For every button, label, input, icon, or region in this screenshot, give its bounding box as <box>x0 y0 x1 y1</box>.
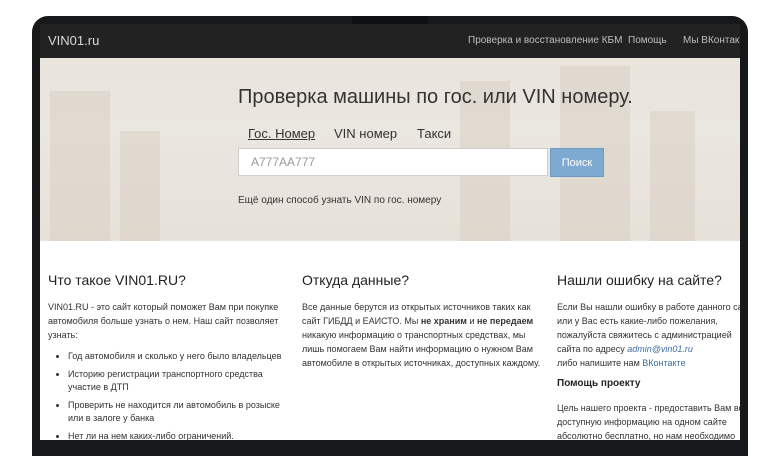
admin-email-link[interactable]: admin@vin01.ru <box>627 344 693 354</box>
search-input[interactable] <box>238 148 548 176</box>
errors-text: Если Вы нашли ошибку в работе данного са… <box>557 300 740 356</box>
top-navbar: VIN01.ru Проверка и восстановление КБМ П… <box>40 24 740 58</box>
list-item: Год автомобиля и сколько у него было вла… <box>68 350 288 363</box>
alt-vin-link[interactable]: Ещё один способ узнать VIN по гос. номер… <box>238 195 441 206</box>
about-intro: VIN01.RU - это сайт который поможет Вам … <box>48 302 279 340</box>
sources-bold: не храним <box>420 316 467 326</box>
errors-heading: Нашли ошибку на сайте? <box>557 272 722 288</box>
features-list: Год автомобиля и сколько у него было вла… <box>48 350 288 440</box>
list-item: Историю регистрации транспортного средст… <box>68 368 288 394</box>
nav-link-kbm[interactable]: Проверка и восстановление КБМ <box>468 35 622 46</box>
background-building <box>120 131 160 241</box>
sources-section: Откуда данные? Все данные берутся из отк… <box>302 272 542 370</box>
site-logo[interactable]: VIN01.ru <box>48 33 99 48</box>
list-item: Нет ли на нем каких-либо ограничений. <box>68 430 288 440</box>
about-heading: Что такое VIN01.RU? <box>48 272 186 288</box>
sources-text: Все данные берутся из открытых источнико… <box>302 300 542 370</box>
tab-taxi[interactable]: Такси <box>417 126 451 141</box>
nav-link-help[interactable]: Помощь <box>628 35 667 46</box>
hero-section: Проверка машины по гос. или VIN номеру. … <box>40 58 740 241</box>
nav-link-vk[interactable]: Мы ВКонтакте <box>683 35 740 46</box>
sources-text-part: никакую информацию о транспортных средст… <box>302 330 541 368</box>
list-item: Проверить не находится ли автомобиль в р… <box>68 399 288 425</box>
background-building <box>650 111 695 241</box>
background-building <box>50 91 110 241</box>
help-text: Цель нашего проекта - предоставить Вам в… <box>557 403 740 440</box>
tab-vin-nomer[interactable]: VIN номер <box>334 126 397 141</box>
about-section: Что такое VIN01.RU? VIN01.RU - это сайт … <box>48 272 288 440</box>
sources-text-part: и <box>466 316 477 326</box>
vk-link[interactable]: ВКонтакте <box>642 358 685 368</box>
vk-prefix: либо напишите нам <box>557 358 643 368</box>
vk-line: либо напишите нам ВКонтакте <box>557 356 740 370</box>
tab-gos-nomer[interactable]: Гос. Номер <box>248 126 315 141</box>
sources-bold: не передаем <box>476 316 534 326</box>
sources-heading: Откуда данные? <box>302 272 410 288</box>
browser-viewport: VIN01.ru Проверка и восстановление КБМ П… <box>40 24 740 440</box>
search-button[interactable]: Поиск <box>550 148 604 177</box>
errors-section: Нашли ошибку на сайте? Если Вы нашли оши… <box>557 272 740 440</box>
page-title: Проверка машины по гос. или VIN номеру. <box>238 86 633 108</box>
help-heading: Помощь проекту <box>557 378 641 389</box>
